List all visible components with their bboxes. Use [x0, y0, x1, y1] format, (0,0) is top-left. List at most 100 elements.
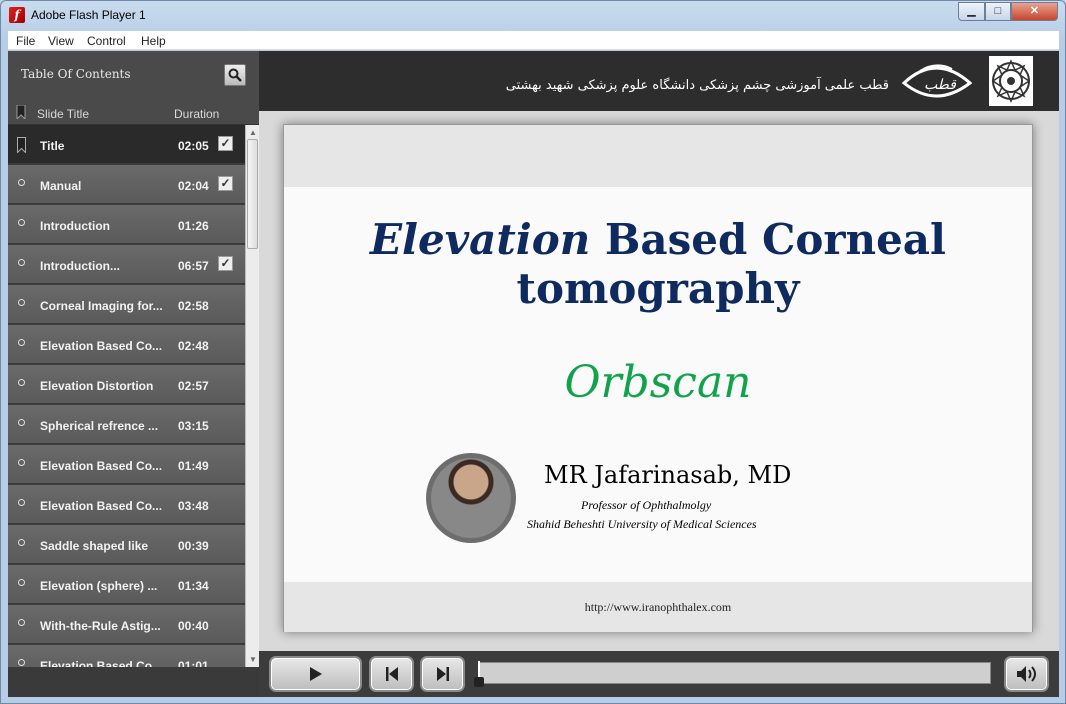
toc-item-duration: 01:34 [178, 579, 209, 593]
toc-item[interactable]: Elevation (sphere) ... 01:34 [8, 565, 245, 604]
toc-item[interactable]: Saddle shaped like 00:39 [8, 525, 245, 564]
toc-scrollbar[interactable]: ▲ ▼ [245, 125, 259, 667]
viewed-checkbox[interactable]: ✓ [218, 176, 233, 191]
toc-header: Table Of Contents [8, 51, 259, 99]
author-affiliation: Shahid Beheshti University of Medical Sc… [527, 517, 757, 531]
toc-item-duration: 01:26 [178, 219, 209, 233]
maximize-button[interactable]: □ [985, 2, 1011, 21]
menu-bar: File View Control Help [8, 31, 1059, 50]
player-content: Table Of Contents Slide Title Duration T… [8, 51, 1059, 697]
minimize-button[interactable]: ▁ [958, 2, 985, 21]
toc-item-duration: 02:57 [178, 379, 209, 393]
bullet-icon [18, 379, 25, 386]
bullet-icon [18, 259, 25, 266]
toc-column-header: Slide Title Duration [8, 99, 259, 125]
toc-item[interactable]: Elevation Based Co... 03:48 [8, 485, 245, 524]
flash-player-window: f Adobe Flash Player 1 ▁ □ ✕ File View C… [0, 0, 1066, 704]
toc-item-duration: 02:05 [178, 139, 209, 153]
menu-help[interactable]: Help [141, 34, 166, 48]
bookmark-icon [16, 105, 26, 119]
progress-bar[interactable] [474, 661, 991, 687]
toc-list: Title 02:05 ✓ Manual 02:04 ✓ Introduction 01:26… [8, 125, 245, 667]
toc-item[interactable]: Introduction... 06:57 ✓ [8, 245, 245, 284]
column-slide-title: Slide Title [37, 107, 90, 121]
toc-item-title: Title [40, 139, 65, 153]
scroll-down-arrow-icon[interactable]: ▼ [249, 655, 257, 664]
toc-item-title: Introduction... [40, 259, 120, 273]
viewed-checkbox[interactable]: ✓ [218, 256, 233, 271]
scroll-up-arrow-icon[interactable]: ▲ [249, 128, 257, 137]
toc-item-duration: 00:39 [178, 539, 209, 553]
slide-top-band [284, 125, 1032, 187]
play-button[interactable] [269, 656, 362, 692]
toc-item[interactable]: Title 02:05 ✓ [8, 125, 245, 164]
progress-handle[interactable] [474, 677, 484, 687]
presentation-header: قطب علمی آموزشی چشم پزشکی دانشگاه علوم پ… [259, 51, 1059, 111]
toc-item-title: With-the-Rule Astig... [40, 619, 161, 633]
search-icon [228, 68, 242, 82]
toc-item[interactable]: Introduction 01:26 [8, 205, 245, 244]
toc-item-title: Elevation Distortion [40, 379, 154, 393]
toc-search-button[interactable] [224, 64, 246, 86]
toc-item-duration: 00:40 [178, 619, 209, 633]
skip-next-icon [436, 667, 449, 681]
slide-title: Elevation Based Corneal tomography [284, 215, 1032, 313]
menu-control[interactable]: Control [87, 34, 126, 48]
toc-item-duration: 01:01 [178, 659, 209, 667]
toc-item-title: Introduction [40, 219, 110, 233]
toc-item-title: Elevation Based Co... [40, 499, 163, 513]
play-icon [309, 667, 322, 681]
toc-item-title: Elevation (sphere) ... [40, 579, 158, 593]
previous-slide-button[interactable] [369, 656, 414, 692]
toc-item[interactable]: Corneal Imaging for... 02:58 [8, 285, 245, 324]
scrollbar-thumb[interactable] [247, 139, 258, 249]
slide: Elevation Based Corneal tomography Orbsc… [283, 124, 1033, 632]
author-role: Professor of Ophthalmolgy [581, 498, 712, 512]
close-button[interactable]: ✕ [1011, 2, 1058, 21]
window-title: Adobe Flash Player 1 [31, 8, 146, 22]
institution-name: قطب علمی آموزشی چشم پزشکی دانشگاه علوم پ… [505, 78, 889, 93]
table-of-contents-panel: Table Of Contents Slide Title Duration T… [8, 51, 259, 697]
title-bar: f Adobe Flash Player 1 ▁ □ ✕ [1, 1, 1065, 29]
speaker-icon [1016, 666, 1036, 682]
toc-item-title: Saddle shaped like [40, 539, 149, 553]
bullet-icon [18, 579, 25, 586]
volume-button[interactable] [1004, 656, 1049, 692]
bullet-icon [18, 179, 25, 186]
bookmark-icon [17, 137, 26, 153]
toc-item-title: Corneal Imaging for... [40, 299, 163, 313]
toc-item-duration: 03:48 [178, 499, 209, 513]
toc-item-duration: 06:57 [178, 259, 209, 273]
toc-item[interactable]: Elevation Based Co... 01:01 [8, 645, 245, 667]
next-slide-button[interactable] [420, 656, 465, 692]
bullet-icon [18, 539, 25, 546]
viewed-checkbox[interactable]: ✓ [218, 136, 233, 151]
toc-item[interactable]: Spherical refrence ... 03:15 [8, 405, 245, 444]
slide-stage: Elevation Based Corneal tomography Orbsc… [259, 111, 1059, 651]
menu-file[interactable]: File [16, 34, 35, 48]
toc-item[interactable]: Elevation Distortion 02:57 [8, 365, 245, 404]
skip-previous-icon [385, 667, 398, 681]
toc-item[interactable]: With-the-Rule Astig... 00:40 [8, 605, 245, 644]
menu-view[interactable]: View [48, 34, 74, 48]
toc-item-duration: 03:15 [178, 419, 209, 433]
eye-center-logo: قطب [901, 64, 972, 98]
bullet-icon [18, 299, 25, 306]
toc-item-title: Manual [40, 179, 82, 193]
slide-subtitle: Orbscan [564, 357, 752, 408]
website-url: http://www.iranophthalex.com [584, 600, 732, 614]
sidebar-footer [8, 667, 259, 697]
bullet-icon [18, 419, 25, 426]
bullet-icon [18, 459, 25, 466]
bullet-icon [18, 499, 25, 506]
toc-item[interactable]: Elevation Based Co... 01:49 [8, 445, 245, 484]
author-name: MR Jafarinasab, MD [544, 461, 792, 489]
toc-item-duration: 01:49 [178, 459, 209, 473]
toc-item-duration: 02:58 [178, 299, 209, 313]
toc-item[interactable]: Elevation Based Co... 02:48 [8, 325, 245, 364]
svg-text:قطب: قطب [924, 77, 957, 93]
flash-app-icon: f [9, 7, 25, 23]
toc-item[interactable]: Manual 02:04 ✓ [8, 165, 245, 204]
toc-title: Table Of Contents [21, 67, 131, 81]
bullet-icon [18, 619, 25, 626]
